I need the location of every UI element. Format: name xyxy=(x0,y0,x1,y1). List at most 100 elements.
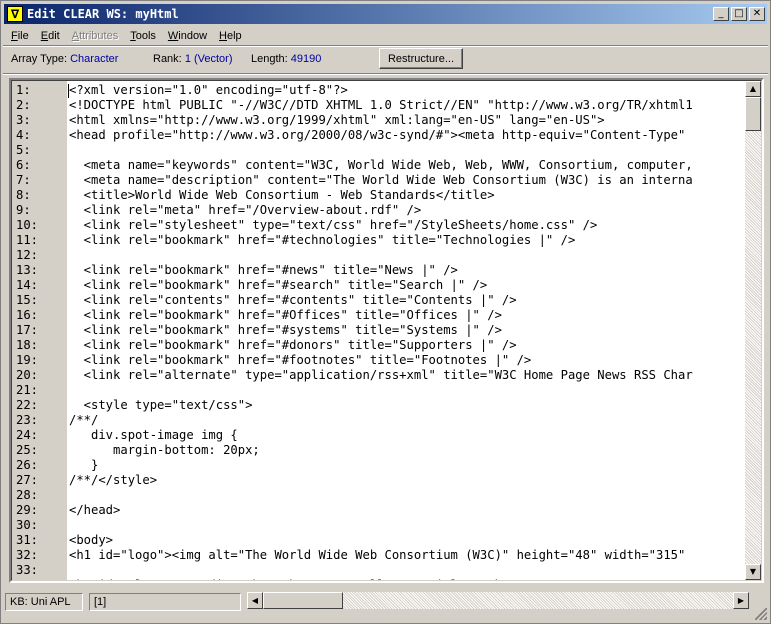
code-line[interactable]: <head profile="http://www.w3.org/2000/08… xyxy=(67,128,747,143)
code-line[interactable]: <title>World Wide Web Consortium - Web S… xyxy=(67,188,747,203)
rank-label: Rank: xyxy=(153,53,182,65)
line-number: 7: xyxy=(16,173,31,187)
line-number: 3: xyxy=(16,113,31,127)
title-bar[interactable]: ∇ Edit CLEAR WS: myHtml _ □ ✕ xyxy=(4,4,767,24)
code-line[interactable]: <link rel="bookmark" href="#donors" titl… xyxy=(67,338,747,353)
line-number: 28: xyxy=(16,488,39,502)
code-line[interactable] xyxy=(67,563,747,578)
maximize-button[interactable]: □ xyxy=(731,7,747,21)
rank-value: 1 (Vector) xyxy=(184,53,233,65)
code-line[interactable]: div.spot-image img { xyxy=(67,428,747,443)
code-line[interactable] xyxy=(67,518,747,533)
menu-edit[interactable]: Edit xyxy=(35,30,66,42)
code-line[interactable]: /**/ xyxy=(67,413,747,428)
line-number: 32: xyxy=(16,548,39,562)
line-number: 27: xyxy=(16,473,39,487)
code-line[interactable]: margin-bottom: 20px; xyxy=(67,443,747,458)
line-number: 26: xyxy=(16,458,39,472)
line-number: 15: xyxy=(16,293,39,307)
code-line[interactable] xyxy=(67,248,747,263)
scroll-down-button[interactable]: ▼ xyxy=(745,564,761,580)
index-status: [1] xyxy=(89,593,241,611)
code-line[interactable]: <link rel="bookmark" href="#systems" tit… xyxy=(67,323,747,338)
rank-info: Rank: 1 (Vector) xyxy=(153,53,233,65)
menu-help[interactable]: Help xyxy=(213,30,248,42)
line-number: 33: xyxy=(16,563,39,577)
keyboard-status: KB: Uni APL xyxy=(5,593,83,611)
code-line[interactable]: <link rel="bookmark" href="#technologies… xyxy=(67,233,747,248)
scroll-right-button[interactable]: ▶ xyxy=(733,592,749,609)
info-separator xyxy=(3,73,768,75)
line-number: 9: xyxy=(16,203,31,217)
code-line[interactable]: <h2 id="slogan">Leading the Web to Its F… xyxy=(67,578,747,580)
line-number: 25: xyxy=(16,443,39,457)
horizontal-scrollbar[interactable]: ◀ ▶ xyxy=(247,592,749,609)
restructure-button[interactable]: Restructure... xyxy=(379,48,463,69)
restructure-label: Restructure... xyxy=(387,52,455,65)
length-label: Length: xyxy=(251,53,288,65)
menu-tools[interactable]: Tools xyxy=(124,30,162,42)
line-number: 22: xyxy=(16,398,39,412)
line-number: 20: xyxy=(16,368,39,382)
minimize-button[interactable]: _ xyxy=(713,7,729,21)
apl-del-icon[interactable]: ∇ xyxy=(7,6,23,22)
line-number: 1: xyxy=(16,83,31,97)
vertical-scroll-thumb[interactable] xyxy=(745,97,761,131)
menu-file[interactable]: File xyxy=(5,30,35,42)
code-line[interactable]: <link rel="bookmark" href="#search" titl… xyxy=(67,278,747,293)
horizontal-scroll-thumb[interactable] xyxy=(263,592,343,609)
code-line[interactable]: <link rel="stylesheet" type="text/css" h… xyxy=(67,218,747,233)
code-line[interactable] xyxy=(67,383,747,398)
code-line[interactable]: <html xmlns="http://www.w3.org/1999/xhtm… xyxy=(67,113,747,128)
code-line[interactable]: <link rel="contents" href="#contents" ti… xyxy=(67,293,747,308)
scroll-up-button[interactable]: ▲ xyxy=(745,81,761,97)
editor-window: ∇ Edit CLEAR WS: myHtml _ □ ✕ File Edit … xyxy=(0,0,771,624)
line-number: 18: xyxy=(16,338,39,352)
minimize-icon: _ xyxy=(718,8,724,19)
close-button[interactable]: ✕ xyxy=(749,7,765,21)
code-line[interactable]: <h1 id="logo"><img alt="The World Wide W… xyxy=(67,548,747,563)
code-line[interactable]: <style type="text/css"> xyxy=(67,398,747,413)
code-line[interactable]: <body> xyxy=(67,533,747,548)
code-line[interactable]: <meta name="description" content="The Wo… xyxy=(67,173,747,188)
array-type-value: Character xyxy=(70,53,119,65)
line-number: 2: xyxy=(16,98,31,112)
code-text-area[interactable]: <?xml version="1.0" encoding="utf-8"?> <!… xyxy=(67,81,747,580)
line-number: 16: xyxy=(16,308,39,322)
down-arrow-icon: ▼ xyxy=(749,567,757,576)
line-number: 24: xyxy=(16,428,39,442)
line-number: 6: xyxy=(16,158,31,172)
code-line[interactable] xyxy=(67,488,747,503)
array-type-info: Array Type: Character xyxy=(11,53,118,65)
code-line[interactable] xyxy=(67,143,747,158)
line-number: 12: xyxy=(16,248,39,262)
line-number: 29: xyxy=(16,503,39,517)
right-arrow-icon: ▶ xyxy=(737,595,745,605)
line-number: 13: xyxy=(16,263,39,277)
code-line[interactable]: <link rel="bookmark" href="#Offices" tit… xyxy=(67,308,747,323)
resize-grip-icon[interactable] xyxy=(755,608,767,620)
line-number: 11: xyxy=(16,233,39,247)
code-line[interactable]: <link rel="bookmark" href="#footnotes" t… xyxy=(67,353,747,368)
code-line[interactable]: </head> xyxy=(67,503,747,518)
line-number: 5: xyxy=(16,143,31,157)
scroll-left-button[interactable]: ◀ xyxy=(247,592,263,609)
line-number: 23: xyxy=(16,413,39,427)
code-line[interactable]: <?xml version="1.0" encoding="utf-8"?> xyxy=(67,83,747,98)
code-line[interactable]: <link rel="alternate" type="application/… xyxy=(67,368,747,383)
line-number: 17: xyxy=(16,323,39,337)
vertical-scrollbar[interactable]: ▲ ▼ xyxy=(745,81,761,580)
line-number: 34: xyxy=(12,578,64,580)
code-editor[interactable]: 1: 2: 3: 4: 5: 6: 7: 8: 9: 10: 11: 12: 13: 14: 15: 16: 1… xyxy=(9,78,764,583)
code-line[interactable]: /**/</style> xyxy=(67,473,747,488)
code-line[interactable]: <meta name="keywords" content="W3C, Worl… xyxy=(67,158,747,173)
menu-bar: File Edit Attributes Tools Window Help xyxy=(5,27,248,45)
code-line[interactable]: <link rel="meta" href="/Overview-about.r… xyxy=(67,203,747,218)
code-line[interactable]: <!DOCTYPE html PUBLIC "-//W3C//DTD XHTML… xyxy=(67,98,747,113)
code-line[interactable]: <link rel="bookmark" href="#news" title=… xyxy=(67,263,747,278)
length-value: 49190 xyxy=(290,53,322,65)
menu-window[interactable]: Window xyxy=(162,30,213,42)
left-arrow-icon: ◀ xyxy=(251,595,259,605)
code-line[interactable]: } xyxy=(67,458,747,473)
menu-attributes: Attributes xyxy=(71,30,119,42)
